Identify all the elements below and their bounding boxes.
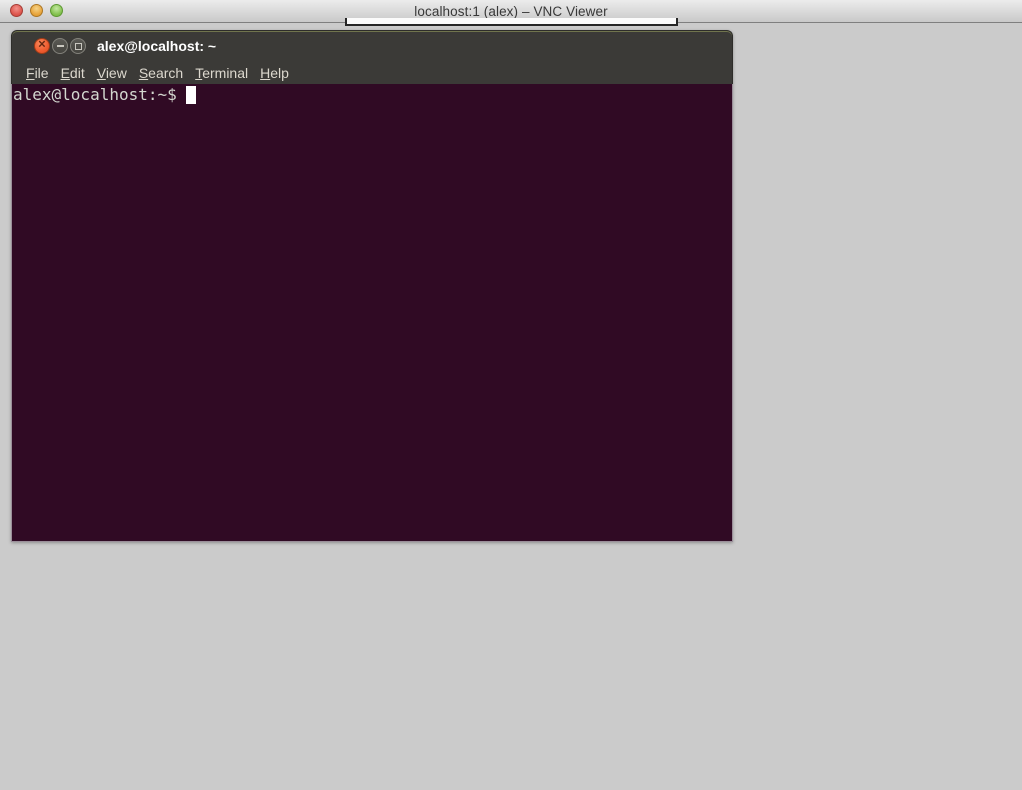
terminal-titlebar[interactable]: ✕ alex@localhost: ~ <box>12 31 732 61</box>
terminal-title: alex@localhost: ~ <box>97 38 216 54</box>
maximize-icon <box>75 43 82 50</box>
terminal-screen[interactable]: alex@localhost:~$ <box>11 84 733 542</box>
remote-desktop[interactable]: ✕ alex@localhost: ~ File Edit View Searc… <box>0 24 1022 790</box>
macos-close-button[interactable] <box>10 4 23 17</box>
terminal-header: ✕ alex@localhost: ~ File Edit View Searc… <box>11 30 733 84</box>
terminal-close-button[interactable]: ✕ <box>34 38 50 54</box>
menu-item-file[interactable]: File <box>20 63 55 83</box>
menu-item-terminal[interactable]: Terminal <box>189 63 254 83</box>
macos-minimize-button[interactable] <box>30 4 43 17</box>
shell-prompt: alex@localhost:~$ <box>13 85 186 104</box>
menu-item-search[interactable]: Search <box>133 63 189 83</box>
close-icon: ✕ <box>38 41 46 51</box>
macos-window-controls <box>10 4 63 17</box>
vnc-toolbar-peek-tab[interactable] <box>345 18 678 26</box>
terminal-window-controls: ✕ <box>34 38 86 54</box>
terminal-maximize-button[interactable] <box>70 38 86 54</box>
terminal-window: ✕ alex@localhost: ~ File Edit View Searc… <box>11 30 733 542</box>
macos-zoom-button[interactable] <box>50 4 63 17</box>
terminal-cursor <box>186 86 196 104</box>
terminal-menubar: File Edit View Search Terminal Help <box>12 61 732 85</box>
terminal-prompt-line: alex@localhost:~$ <box>13 85 732 104</box>
menu-item-edit[interactable]: Edit <box>55 63 91 83</box>
vnc-window-title: localhost:1 (alex) – VNC Viewer <box>0 4 1022 19</box>
minimize-icon <box>57 45 64 47</box>
menu-item-help[interactable]: Help <box>254 63 295 83</box>
terminal-minimize-button[interactable] <box>52 38 68 54</box>
menu-item-view[interactable]: View <box>91 63 133 83</box>
